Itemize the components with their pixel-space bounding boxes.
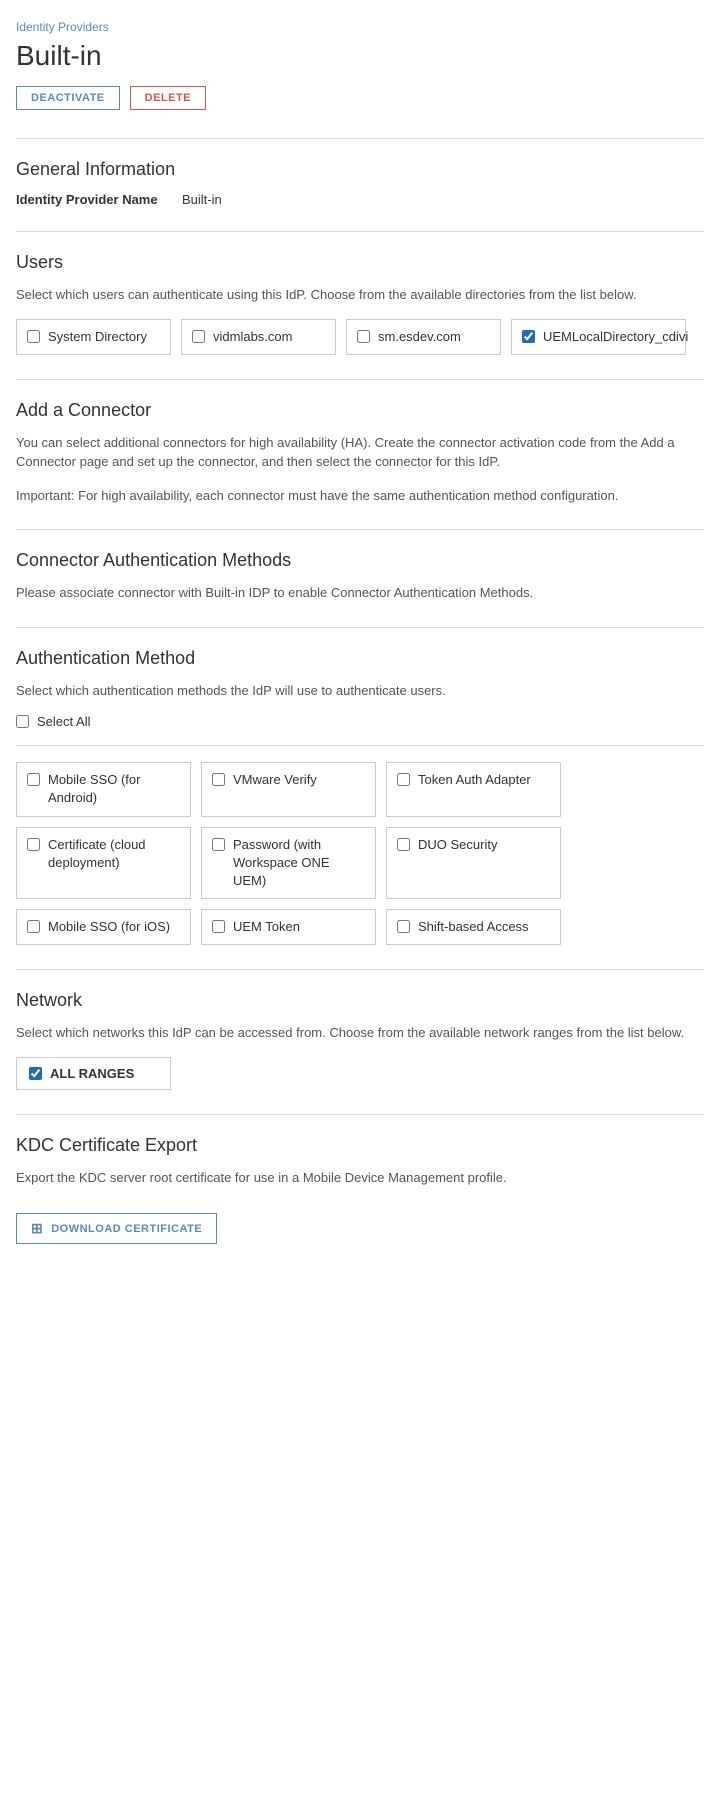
auth-method-label-m9[interactable]: Shift-based Access [418, 918, 529, 936]
auth-method-label-m5[interactable]: Password (with Workspace ONE UEM) [233, 836, 365, 891]
directory-list: System Directory vidmlabs.com sm.esdev.com… [16, 319, 704, 355]
deactivate-button[interactable]: DEACTIVATE [16, 86, 120, 110]
divider-1 [16, 138, 704, 139]
users-description: Select which users can authenticate usin… [16, 285, 704, 305]
connector-auth-methods-desc: Please associate connector with Built-in… [16, 583, 704, 603]
general-information-section: General Information Identity Provider Na… [16, 159, 704, 207]
connector-auth-methods-section: Connector Authentication Methods Please … [16, 550, 704, 603]
auth-method-item: Mobile SSO (for iOS) [16, 909, 191, 945]
auth-method-checkbox-m1[interactable] [27, 773, 40, 786]
auth-method-item: Mobile SSO (for Android) [16, 762, 191, 816]
auth-method-checkbox-m4[interactable] [27, 838, 40, 851]
network-range-checkbox-n1[interactable] [29, 1067, 42, 1080]
users-heading: Users [16, 252, 704, 273]
divider-4 [16, 529, 704, 530]
network-range-item: ALL RANGES [16, 1057, 171, 1090]
directory-checkbox-dir4[interactable] [522, 330, 535, 343]
auth-method-label-m2[interactable]: VMware Verify [233, 771, 317, 789]
auth-method-item: VMware Verify [201, 762, 376, 816]
page-title: Built-in [16, 40, 704, 72]
connector-auth-methods-heading: Connector Authentication Methods [16, 550, 704, 571]
identity-provider-name-label: Identity Provider Name [16, 192, 166, 207]
directory-item: vidmlabs.com [181, 319, 336, 355]
auth-method-item: Password (with Workspace ONE UEM) [201, 827, 376, 900]
auth-method-label-m1[interactable]: Mobile SSO (for Android) [48, 771, 180, 807]
network-range-label-n1[interactable]: ALL RANGES [50, 1066, 134, 1081]
general-information-heading: General Information [16, 159, 704, 180]
identity-provider-name-row: Identity Provider Name Built-in [16, 192, 704, 207]
auth-method-checkbox-m3[interactable] [397, 773, 410, 786]
auth-method-checkbox-m5[interactable] [212, 838, 225, 851]
select-all-label[interactable]: Select All [37, 714, 90, 729]
network-description: Select which networks this IdP can be ac… [16, 1023, 704, 1043]
add-connector-desc1: You can select additional connectors for… [16, 433, 704, 472]
network-section: Network Select which networks this IdP c… [16, 990, 704, 1090]
download-certificate-label: DOWNLOAD CERTIFICATE [51, 1223, 202, 1235]
action-buttons: DEACTIVATE DELETE [16, 86, 704, 110]
auth-method-checkbox-m2[interactable] [212, 773, 225, 786]
auth-method-label-m7[interactable]: Mobile SSO (for iOS) [48, 918, 170, 936]
add-connector-desc2: Important: For high availability, each c… [16, 486, 704, 506]
download-icon: ⊞ [31, 1220, 43, 1237]
directory-checkbox-dir2[interactable] [192, 330, 205, 343]
auth-method-label-m6[interactable]: DUO Security [418, 836, 497, 854]
select-all-row: Select All [16, 714, 704, 729]
kdc-description: Export the KDC server root certificate f… [16, 1168, 704, 1188]
add-connector-section: Add a Connector You can select additiona… [16, 400, 704, 506]
directory-checkbox-dir1[interactable] [27, 330, 40, 343]
auth-method-checkbox-m8[interactable] [212, 920, 225, 933]
directory-checkbox-dir3[interactable] [357, 330, 370, 343]
network-heading: Network [16, 990, 704, 1011]
auth-methods-list: Mobile SSO (for Android) VMware Verify Tok… [16, 762, 704, 945]
directory-item: UEMLocalDirectory_cdivi [511, 319, 686, 355]
directory-label-dir2[interactable]: vidmlabs.com [213, 328, 292, 346]
authentication-method-heading: Authentication Method [16, 648, 704, 669]
delete-button[interactable]: DELETE [130, 86, 206, 110]
divider-3 [16, 379, 704, 380]
directory-label-dir1[interactable]: System Directory [48, 328, 147, 346]
authentication-method-section: Authentication Method Select which authe… [16, 648, 704, 946]
auth-method-item: Certificate (cloud deployment) [16, 827, 191, 900]
divider-5 [16, 627, 704, 628]
select-all-checkbox[interactable] [16, 715, 29, 728]
kdc-section: KDC Certificate Export Export the KDC se… [16, 1135, 704, 1245]
divider-6 [16, 969, 704, 970]
kdc-heading: KDC Certificate Export [16, 1135, 704, 1156]
auth-method-label-m3[interactable]: Token Auth Adapter [418, 771, 531, 789]
authentication-method-desc: Select which authentication methods the … [16, 681, 704, 701]
auth-method-item: Shift-based Access [386, 909, 561, 945]
auth-method-label-m8[interactable]: UEM Token [233, 918, 300, 936]
auth-method-checkbox-m6[interactable] [397, 838, 410, 851]
auth-method-item: Token Auth Adapter [386, 762, 561, 816]
auth-method-label-m4[interactable]: Certificate (cloud deployment) [48, 836, 180, 872]
divider-7 [16, 1114, 704, 1115]
auth-method-checkbox-m7[interactable] [27, 920, 40, 933]
directory-label-dir4[interactable]: UEMLocalDirectory_cdivi [543, 328, 688, 346]
network-list: ALL RANGES [16, 1057, 704, 1090]
directory-label-dir3[interactable]: sm.esdev.com [378, 328, 461, 346]
auth-method-checkbox-m9[interactable] [397, 920, 410, 933]
breadcrumb: Identity Providers [16, 20, 704, 34]
download-certificate-button[interactable]: ⊞ DOWNLOAD CERTIFICATE [16, 1213, 217, 1244]
divider-select-all [16, 745, 704, 746]
add-connector-heading: Add a Connector [16, 400, 704, 421]
directory-item: System Directory [16, 319, 171, 355]
auth-method-item: DUO Security [386, 827, 561, 900]
users-section: Users Select which users can authenticat… [16, 252, 704, 355]
auth-method-item: UEM Token [201, 909, 376, 945]
identity-provider-name-value: Built-in [182, 192, 222, 207]
directory-item: sm.esdev.com [346, 319, 501, 355]
divider-2 [16, 231, 704, 232]
